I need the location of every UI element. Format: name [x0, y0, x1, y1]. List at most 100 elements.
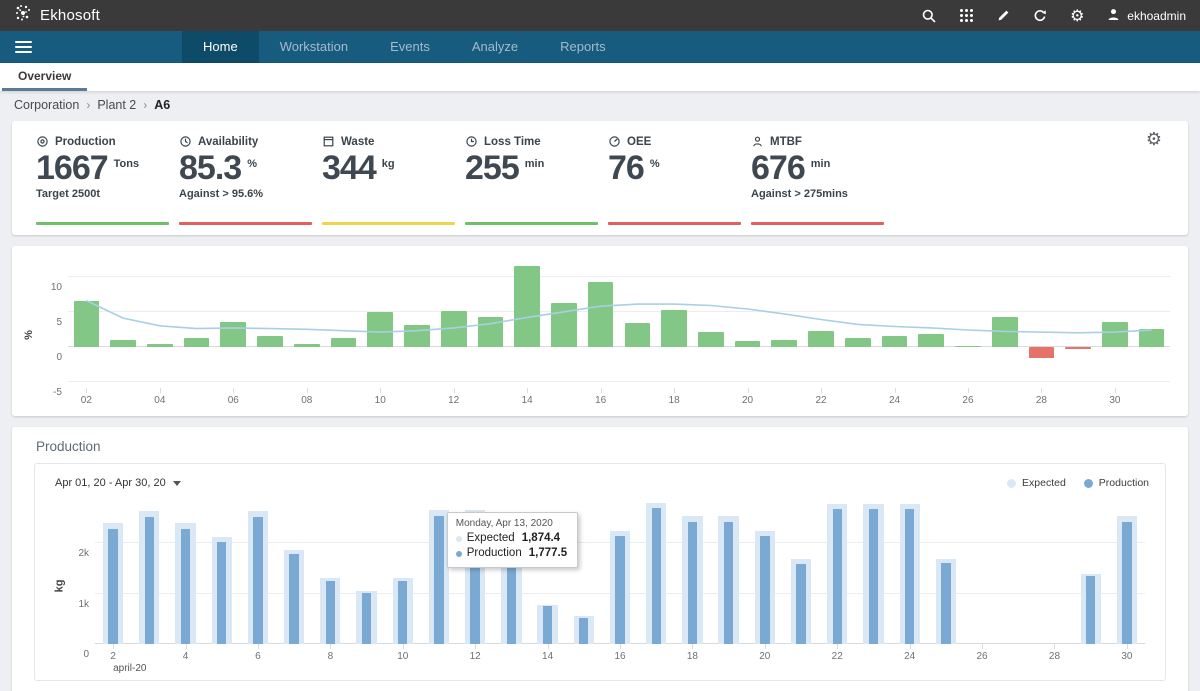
production-icon [36, 135, 49, 148]
percent-bar-day-15[interactable] [551, 303, 577, 346]
percent-bar-day-5[interactable] [184, 338, 210, 346]
production-bar-day-14[interactable] [543, 606, 552, 644]
sub-nav: Overview [0, 63, 1200, 91]
y-tick-label: 0 [38, 352, 62, 363]
production-bar-day-2[interactable] [108, 529, 117, 644]
percent-bar-day-16[interactable] [588, 282, 614, 347]
nav-tab-workstation[interactable]: Workstation [259, 31, 369, 63]
percent-bar-day-18[interactable] [661, 310, 687, 346]
kpi-unit: kg [382, 158, 395, 170]
legend-item-expected[interactable]: Expected [1007, 477, 1066, 489]
production-bar-day-10[interactable] [398, 581, 407, 644]
production-bar-day-6[interactable] [253, 517, 262, 644]
production-bar-day-24[interactable] [905, 509, 914, 644]
percent-bar-day-8[interactable] [294, 344, 320, 346]
x-tick-mark [186, 644, 187, 649]
mtbf-icon [751, 135, 764, 148]
percent-bar-day-7[interactable] [257, 336, 283, 346]
percent-bar-day-14[interactable] [514, 266, 540, 347]
percent-bar-day-31[interactable] [1139, 329, 1165, 347]
date-range-selector[interactable]: Apr 01, 20 - Apr 30, 20 [51, 477, 181, 489]
production-bar-day-19[interactable] [724, 522, 733, 644]
nav-tab-events[interactable]: Events [369, 31, 451, 63]
production-bar-day-15[interactable] [579, 618, 588, 644]
legend-item-production[interactable]: Production [1084, 477, 1149, 489]
percent-bar-day-25[interactable] [918, 334, 944, 347]
nav-tab-home[interactable]: Home [182, 31, 259, 63]
production-bar-day-29[interactable] [1086, 576, 1095, 644]
search-icon[interactable] [921, 8, 937, 24]
breadcrumb: Corporation›Plant 2›A6 [0, 91, 1200, 118]
percent-bar-day-22[interactable] [808, 331, 834, 347]
edit-icon[interactable] [995, 8, 1011, 24]
nav-tab-reports[interactable]: Reports [539, 31, 627, 63]
percent-bar-day-4[interactable] [147, 344, 173, 347]
percent-bar-day-12[interactable] [441, 311, 467, 347]
production-bar-day-3[interactable] [145, 517, 154, 644]
percent-bar-day-21[interactable] [771, 340, 797, 346]
percent-bar-day-30[interactable] [1102, 322, 1128, 347]
app-title: Ekhosoft [40, 7, 100, 24]
x-tick-mark [527, 388, 528, 393]
production-bar-day-22[interactable] [833, 509, 842, 644]
percent-bar-day-11[interactable] [404, 325, 430, 347]
tab-overview[interactable]: Overview [2, 63, 87, 91]
percent-bar-day-26[interactable] [955, 346, 981, 347]
production-bar-day-8[interactable] [326, 581, 335, 644]
production-bar-day-5[interactable] [217, 542, 226, 644]
settings-icon[interactable]: ⚙ [1069, 8, 1085, 24]
hamburger-menu-icon[interactable] [0, 31, 44, 63]
y-tick-label: 10 [38, 282, 62, 293]
x-tick-label: 8 [328, 651, 334, 662]
nav-tab-analyze[interactable]: Analyze [451, 31, 539, 63]
production-bar-day-25[interactable] [941, 563, 950, 644]
production-bar-day-4[interactable] [181, 529, 190, 644]
percent-bar-day-9[interactable] [331, 338, 357, 347]
apps-grid-icon[interactable] [958, 8, 974, 24]
percent-bar-day-28[interactable] [1029, 347, 1055, 358]
percent-bar-day-13[interactable] [478, 317, 504, 346]
kpi-label: MTBF [770, 136, 802, 148]
breadcrumb-item-plant-2[interactable]: Plant 2 [97, 98, 136, 112]
percent-bar-day-6[interactable] [220, 322, 246, 346]
percent-bar-day-24[interactable] [882, 336, 908, 346]
widget-settings-icon[interactable]: ⚙ [1146, 129, 1162, 150]
refresh-icon[interactable] [1032, 8, 1048, 24]
percent-chart-ylabel: % [20, 258, 38, 412]
production-bar-day-30[interactable] [1122, 522, 1131, 644]
x-tick-label: 20 [742, 395, 753, 406]
production-bar-day-16[interactable] [615, 536, 624, 644]
production-bar-day-20[interactable] [760, 536, 769, 644]
breadcrumb-item-corporation[interactable]: Corporation [14, 98, 79, 112]
percent-bar-day-2[interactable] [74, 301, 100, 346]
y-tick-label: 5 [38, 317, 62, 328]
percent-chart-plot: 1050-5 [68, 258, 1170, 388]
percent-bar-day-10[interactable] [367, 312, 393, 347]
logo[interactable]: Ekhosoft [14, 3, 100, 28]
user-menu[interactable]: ekhoadmin [1106, 7, 1186, 25]
percent-bar-day-27[interactable] [992, 317, 1018, 346]
percent-bar-day-29[interactable] [1065, 347, 1091, 349]
kpi-status-line [179, 222, 312, 225]
production-bar-day-23[interactable] [869, 509, 878, 644]
kpi-value: 1667 [36, 149, 108, 187]
production-section: Production Apr 01, 20 - Apr 30, 20 Expec… [12, 427, 1188, 691]
percent-bar-day-3[interactable] [110, 340, 136, 346]
x-tick-mark [1115, 388, 1116, 393]
production-bar-day-18[interactable] [688, 522, 697, 644]
x-tick-label: 08 [301, 395, 312, 406]
kpi-subtext [465, 187, 598, 202]
production-bar-day-11[interactable] [434, 516, 443, 644]
production-bar-day-9[interactable] [362, 593, 371, 644]
production-bar-day-7[interactable] [289, 554, 298, 644]
percent-bar-day-19[interactable] [698, 332, 724, 347]
production-chart-plot: Monday, Apr 13, 2020 Expected 1,874.4 Pr… [95, 498, 1145, 644]
percent-bar-day-17[interactable] [625, 323, 651, 347]
production-bar-day-21[interactable] [796, 564, 805, 644]
kpi-label: Availability [198, 136, 258, 148]
production-bar-day-17[interactable] [652, 508, 661, 644]
kpi-subtext [322, 187, 455, 202]
percent-bar-day-20[interactable] [735, 341, 761, 347]
percent-bar-day-23[interactable] [845, 338, 871, 347]
kpi-subtext: Against > 275mins [751, 187, 884, 202]
